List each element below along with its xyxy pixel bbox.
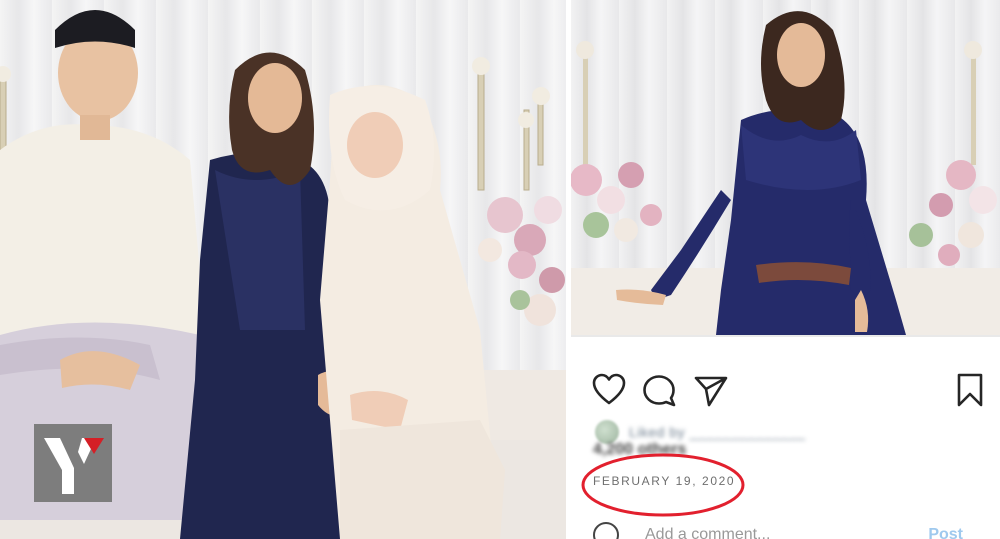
comment-icon[interactable] [641, 372, 677, 408]
instagram-post: Liked by ______________ 4,200 others FEB… [571, 0, 1000, 539]
heart-icon[interactable] [591, 372, 627, 408]
paper-plane-icon[interactable] [693, 372, 729, 408]
post-photo-illustration [571, 11, 1000, 335]
y-logo-icon [34, 424, 112, 502]
emoji-icon[interactable] [593, 522, 619, 539]
post-comment-button[interactable]: Post [928, 526, 963, 539]
bookmark-icon[interactable] [952, 372, 988, 408]
post-photo [571, 0, 1000, 335]
comment-input[interactable]: Add a comment... [645, 526, 770, 539]
photo-separator [571, 335, 1000, 337]
liked-by-text[interactable]: Liked by ______________ [629, 424, 806, 440]
y-logo [34, 424, 112, 502]
comment-row: Add a comment... Post [593, 522, 1000, 539]
red-annotation-circle [581, 453, 745, 517]
action-bar [571, 362, 1000, 422]
